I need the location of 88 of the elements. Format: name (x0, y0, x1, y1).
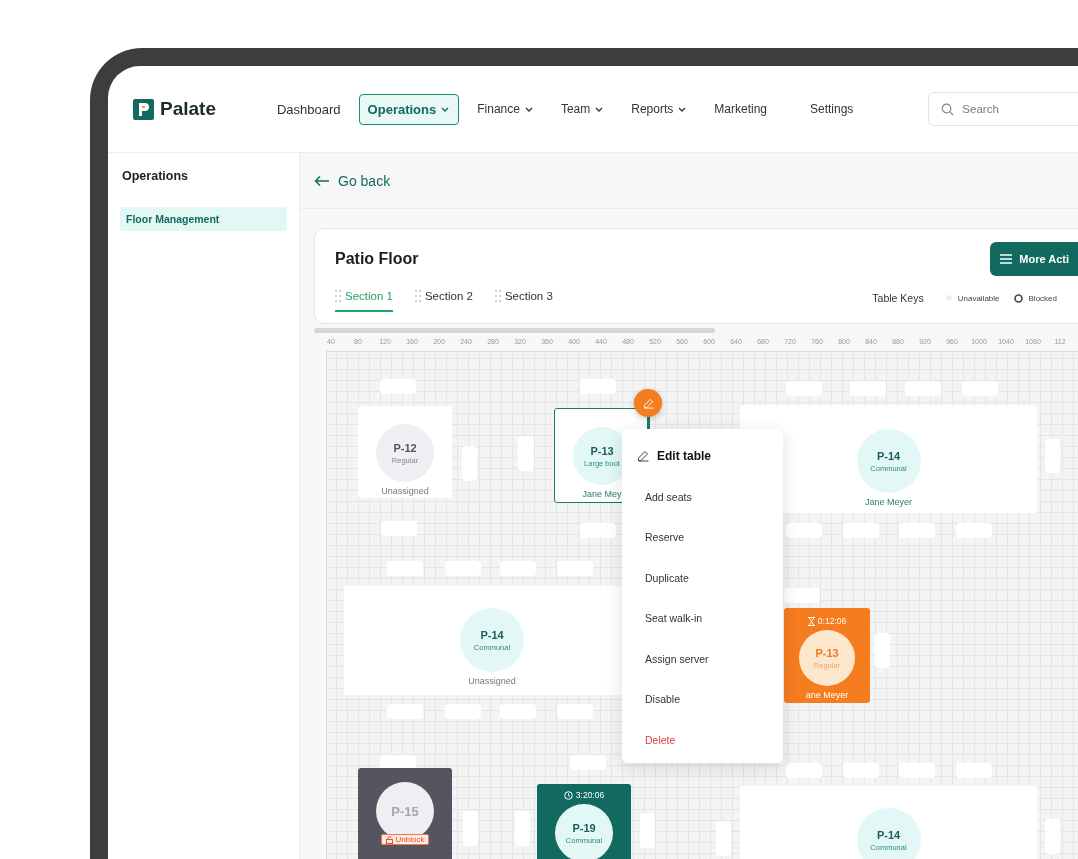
server-name: Jane Meyer (865, 497, 912, 507)
seat (580, 379, 616, 394)
seat (899, 523, 935, 538)
seat (500, 561, 536, 576)
seat (580, 523, 616, 538)
table-keys-label: Table Keys (872, 292, 924, 304)
menu-item[interactable]: Delete (622, 719, 783, 760)
drag-handle-icon (414, 290, 421, 302)
sidebar-title: Operations (121, 169, 189, 183)
nav-item[interactable]: Settings (801, 94, 863, 124)
table-number: P-19 (572, 821, 596, 834)
seat (515, 811, 530, 846)
nav-item[interactable]: Finance (468, 94, 543, 124)
clock-icon (563, 790, 573, 800)
table-timer: 3:20:06 (563, 788, 605, 802)
seat (956, 523, 992, 538)
nav-item[interactable]: Dashboard (268, 93, 350, 125)
menu-icon (1000, 254, 1013, 264)
edit-button[interactable] (634, 389, 662, 417)
nav-item[interactable]: Operations (358, 93, 460, 125)
unblock-button[interactable]: Unblock (380, 834, 430, 845)
section-tab[interactable]: Section 3 (494, 284, 553, 312)
seat (956, 763, 992, 778)
arrow-left-icon (314, 174, 330, 187)
seat (905, 381, 941, 396)
nav-item[interactable]: Marketing (705, 94, 776, 124)
search-field[interactable]: Search (928, 92, 1078, 126)
seat (786, 763, 822, 778)
seat (843, 523, 879, 538)
seat (387, 561, 423, 576)
go-back-link[interactable]: Go back (314, 172, 391, 189)
table-number: P-13 (815, 646, 839, 659)
pencil-icon (642, 397, 654, 409)
table-card[interactable]: P-15 Unblock (358, 768, 452, 859)
nav-item[interactable]: Reports (622, 94, 697, 124)
drag-handle-icon (335, 290, 341, 302)
seat (557, 704, 593, 719)
ring-icon (1013, 293, 1023, 303)
seat (557, 561, 593, 576)
more-actions-button[interactable]: More Acti (990, 242, 1078, 276)
server-name: Unassigned (468, 676, 516, 686)
seat (380, 379, 416, 394)
nav-item[interactable]: Team (551, 94, 614, 124)
scrollbar-thumb[interactable] (314, 327, 715, 333)
server-name: Unassigned (381, 486, 429, 496)
seat (445, 561, 481, 576)
seat (381, 521, 417, 536)
table-number: P-14 (480, 628, 504, 641)
server-name: Jane Mey (582, 489, 622, 499)
menu-item[interactable]: Reserve (622, 517, 783, 558)
seat (570, 755, 606, 770)
seat (518, 436, 534, 471)
seat (786, 523, 822, 538)
seat (850, 381, 886, 396)
pencil-icon (637, 450, 649, 463)
table-number: P-13 (590, 444, 614, 457)
table-number: P-14 (876, 828, 901, 841)
floor-title: Patio Floor (335, 250, 419, 268)
key-label: Blocked (1028, 293, 1057, 303)
logo-text: Palate (160, 98, 216, 120)
key-label: Unavailable (957, 293, 1000, 303)
table-number: P-14 (876, 449, 901, 462)
hourglass-icon (807, 616, 815, 626)
connector-line (647, 417, 649, 429)
seat (387, 704, 423, 719)
seat (1045, 439, 1060, 473)
table-number: P-12 (393, 441, 417, 454)
drag-handle-icon (494, 290, 501, 302)
search-icon (941, 103, 955, 116)
seat (1045, 819, 1060, 854)
server-name: ane Meyer (805, 690, 849, 700)
seat (786, 381, 822, 396)
seat (640, 813, 655, 848)
seat (962, 381, 998, 396)
table-number: P-15 (391, 803, 419, 819)
seat (875, 633, 890, 668)
seat (716, 821, 731, 856)
seat (843, 763, 879, 778)
logo-icon (133, 98, 154, 120)
table-timer: 0:12:06 (807, 614, 847, 628)
seat (445, 704, 481, 719)
seat (462, 446, 477, 481)
seat (500, 704, 536, 719)
lock-icon (385, 835, 393, 844)
sidebar-item[interactable]: Floor Management (120, 207, 287, 231)
seat (463, 811, 478, 846)
seat (899, 763, 935, 778)
section-tab[interactable]: Section 2 (414, 284, 473, 312)
